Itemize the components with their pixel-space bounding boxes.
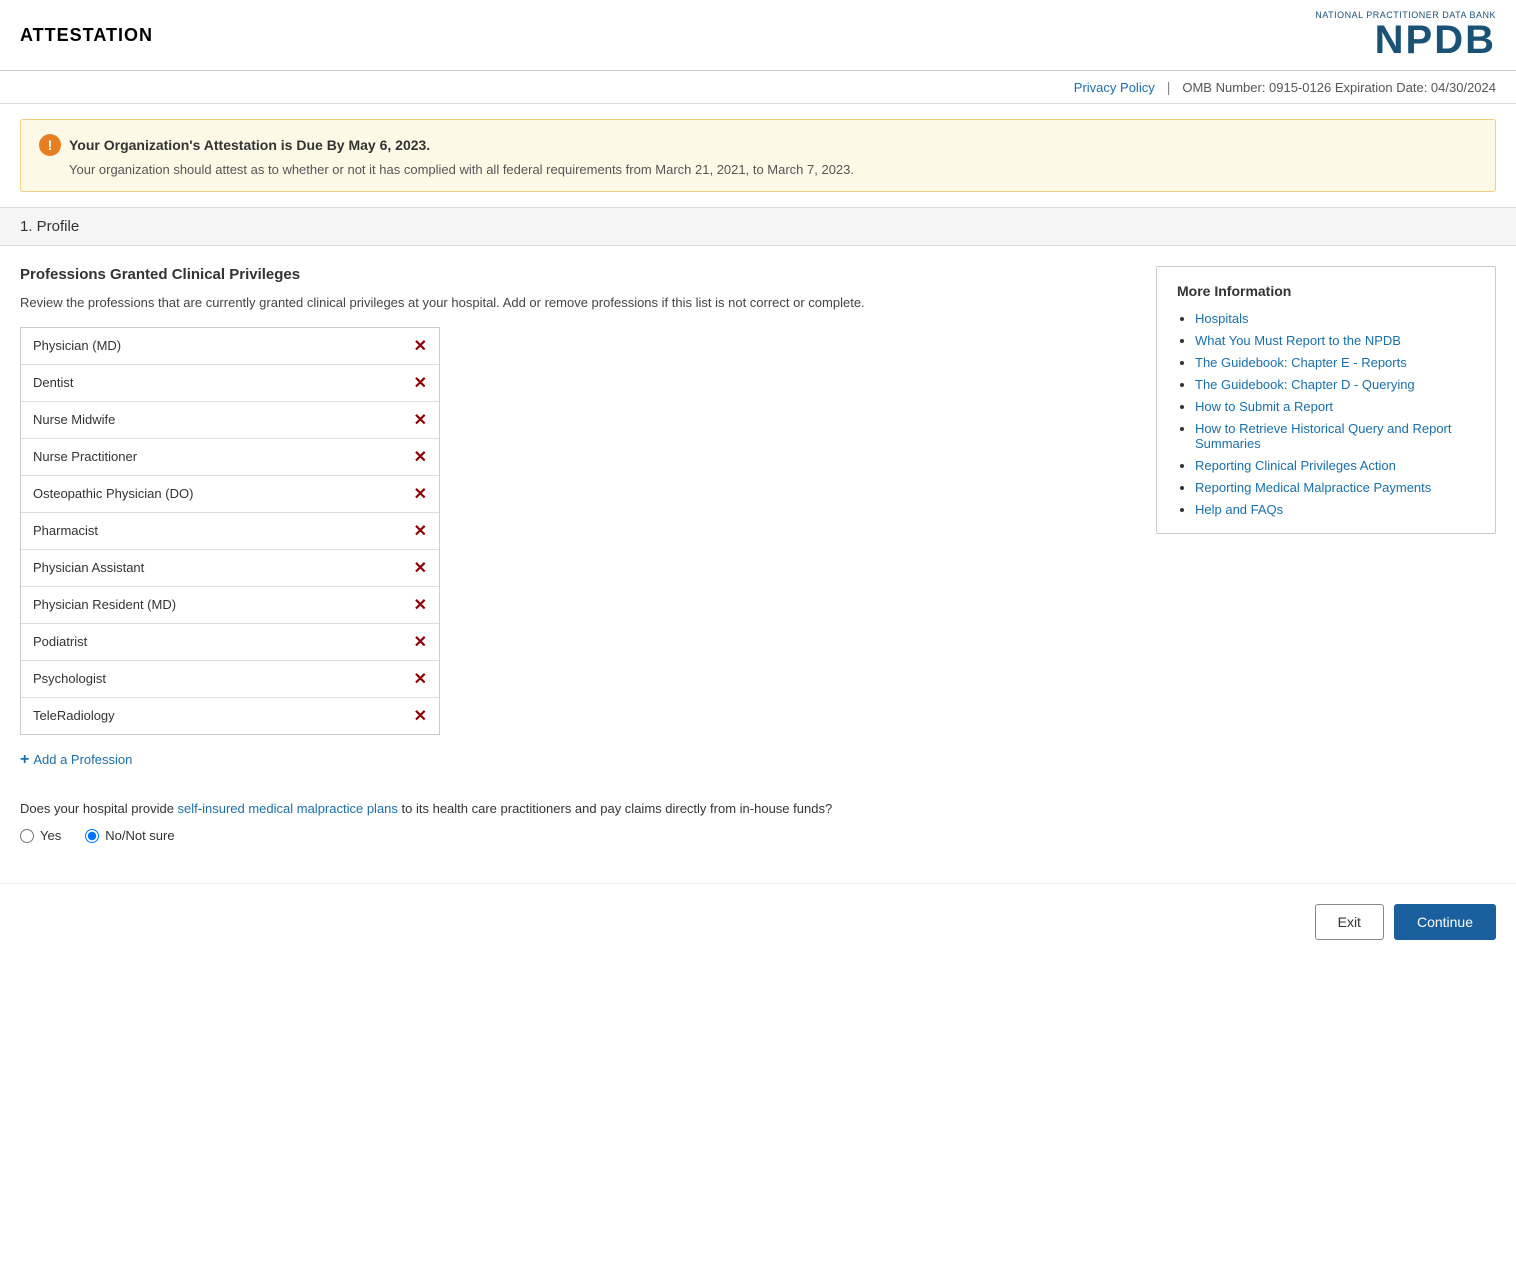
- nav-separator: |: [1167, 79, 1171, 95]
- info-link[interactable]: What You Must Report to the NPDB: [1195, 333, 1401, 348]
- main-content: Professions Granted Clinical Privileges …: [0, 266, 1516, 863]
- add-profession-link[interactable]: + Add a Profession: [20, 751, 1136, 769]
- add-icon: +: [20, 751, 29, 769]
- profession-row: Physician (MD) ✕: [21, 328, 439, 365]
- profession-name: Physician Assistant: [33, 560, 144, 575]
- nav-bar: Privacy Policy | OMB Number: 0915-0126 E…: [0, 71, 1516, 104]
- alert-body-text: Your organization should attest as to wh…: [69, 162, 1477, 177]
- profession-name: Dentist: [33, 375, 73, 390]
- profession-name: Physician Resident (MD): [33, 597, 176, 612]
- professions-title: Professions Granted Clinical Privileges: [20, 266, 1136, 283]
- footer-buttons: Exit Continue: [0, 883, 1516, 960]
- info-list-item: Reporting Medical Malpractice Payments: [1195, 480, 1475, 495]
- logo-main-text: NPDB: [1375, 18, 1496, 62]
- radio-group: Yes No/Not sure: [20, 828, 1136, 843]
- profession-name: Nurse Practitioner: [33, 449, 137, 464]
- info-list-item: How to Retrieve Historical Query and Rep…: [1195, 421, 1475, 451]
- info-list-item: Help and FAQs: [1195, 502, 1475, 517]
- profession-row: Physician Assistant ✕: [21, 550, 439, 587]
- radio-no-label: No/Not sure: [105, 828, 174, 843]
- remove-profession-button[interactable]: ✕: [414, 447, 427, 467]
- profession-row: Physician Resident (MD) ✕: [21, 587, 439, 624]
- profession-row: Podiatrist ✕: [21, 624, 439, 661]
- section-header-label: 1. Profile: [20, 218, 79, 235]
- npdb-logo: National Practitioner Data Bank NPDB: [1315, 10, 1496, 60]
- profession-row: Nurse Practitioner ✕: [21, 439, 439, 476]
- header: ATTESTATION National Practitioner Data B…: [0, 0, 1516, 71]
- alert-title: ! Your Organization's Attestation is Due…: [39, 134, 1477, 156]
- add-profession-label: Add a Profession: [33, 752, 132, 767]
- info-link[interactable]: The Guidebook: Chapter D - Querying: [1195, 377, 1415, 392]
- left-panel: Professions Granted Clinical Privileges …: [20, 266, 1136, 843]
- remove-profession-button[interactable]: ✕: [414, 336, 427, 356]
- info-list-item: Reporting Clinical Privileges Action: [1195, 458, 1475, 473]
- profession-name: Psychologist: [33, 671, 106, 686]
- info-list-item: What You Must Report to the NPDB: [1195, 333, 1475, 348]
- info-link[interactable]: Reporting Clinical Privileges Action: [1195, 458, 1396, 473]
- profession-row: Osteopathic Physician (DO) ✕: [21, 476, 439, 513]
- privacy-policy-link[interactable]: Privacy Policy: [1074, 80, 1155, 95]
- info-link[interactable]: How to Submit a Report: [1195, 399, 1333, 414]
- alert-title-text: Your Organization's Attestation is Due B…: [69, 137, 430, 153]
- exit-button[interactable]: Exit: [1315, 904, 1384, 940]
- profession-row: Nurse Midwife ✕: [21, 402, 439, 439]
- profession-name: Physician (MD): [33, 338, 121, 353]
- info-link[interactable]: The Guidebook: Chapter E - Reports: [1195, 355, 1407, 370]
- section-header: 1. Profile: [0, 207, 1516, 246]
- remove-profession-button[interactable]: ✕: [414, 484, 427, 504]
- info-list-item: Hospitals: [1195, 311, 1475, 326]
- profession-name: TeleRadiology: [33, 708, 115, 723]
- warning-icon: !: [39, 134, 61, 156]
- radio-no[interactable]: No/Not sure: [85, 828, 174, 843]
- info-link[interactable]: Help and FAQs: [1195, 502, 1283, 517]
- profession-row: TeleRadiology ✕: [21, 698, 439, 734]
- page-title: ATTESTATION: [20, 25, 153, 46]
- info-links-list: Hospitals What You Must Report to the NPD…: [1177, 311, 1475, 517]
- remove-profession-button[interactable]: ✕: [414, 410, 427, 430]
- radio-yes[interactable]: Yes: [20, 828, 61, 843]
- remove-profession-button[interactable]: ✕: [414, 706, 427, 726]
- right-panel: More Information Hospitals What You Must …: [1156, 266, 1496, 843]
- remove-profession-button[interactable]: ✕: [414, 521, 427, 541]
- info-list-item: The Guidebook: Chapter D - Querying: [1195, 377, 1475, 392]
- professions-description: Review the professions that are currentl…: [20, 293, 1136, 313]
- profession-table: Physician (MD)✕Dentist✕Nurse Midwife✕Nur…: [20, 327, 440, 735]
- radio-yes-input[interactable]: [20, 829, 34, 843]
- question-section: Does your hospital provide self-insured …: [20, 799, 1136, 844]
- omb-text: OMB Number: 0915-0126 Expiration Date: 0…: [1182, 80, 1496, 95]
- profession-row: Pharmacist ✕: [21, 513, 439, 550]
- radio-no-input[interactable]: [85, 829, 99, 843]
- info-box-title: More Information: [1177, 283, 1475, 299]
- remove-profession-button[interactable]: ✕: [414, 595, 427, 615]
- question-text-before: Does your hospital provide: [20, 801, 178, 816]
- profession-row: Psychologist ✕: [21, 661, 439, 698]
- self-insured-link[interactable]: self-insured medical malpractice plans: [178, 801, 398, 816]
- profession-row: Dentist ✕: [21, 365, 439, 402]
- remove-profession-button[interactable]: ✕: [414, 669, 427, 689]
- alert-banner: ! Your Organization's Attestation is Due…: [20, 119, 1496, 192]
- question-text-after: to its health care practitioners and pay…: [398, 801, 832, 816]
- info-list-item: The Guidebook: Chapter E - Reports: [1195, 355, 1475, 370]
- profession-name: Osteopathic Physician (DO): [33, 486, 193, 501]
- continue-button[interactable]: Continue: [1394, 904, 1496, 940]
- remove-profession-button[interactable]: ✕: [414, 558, 427, 578]
- profession-name: Nurse Midwife: [33, 412, 115, 427]
- profession-name: Pharmacist: [33, 523, 98, 538]
- radio-yes-label: Yes: [40, 828, 61, 843]
- profession-name: Podiatrist: [33, 634, 87, 649]
- question-text: Does your hospital provide self-insured …: [20, 799, 1136, 819]
- info-link[interactable]: Reporting Medical Malpractice Payments: [1195, 480, 1431, 495]
- info-list-item: How to Submit a Report: [1195, 399, 1475, 414]
- info-link[interactable]: Hospitals: [1195, 311, 1248, 326]
- remove-profession-button[interactable]: ✕: [414, 373, 427, 393]
- remove-profession-button[interactable]: ✕: [414, 632, 427, 652]
- info-link[interactable]: How to Retrieve Historical Query and Rep…: [1195, 421, 1452, 451]
- info-box: More Information Hospitals What You Must …: [1156, 266, 1496, 534]
